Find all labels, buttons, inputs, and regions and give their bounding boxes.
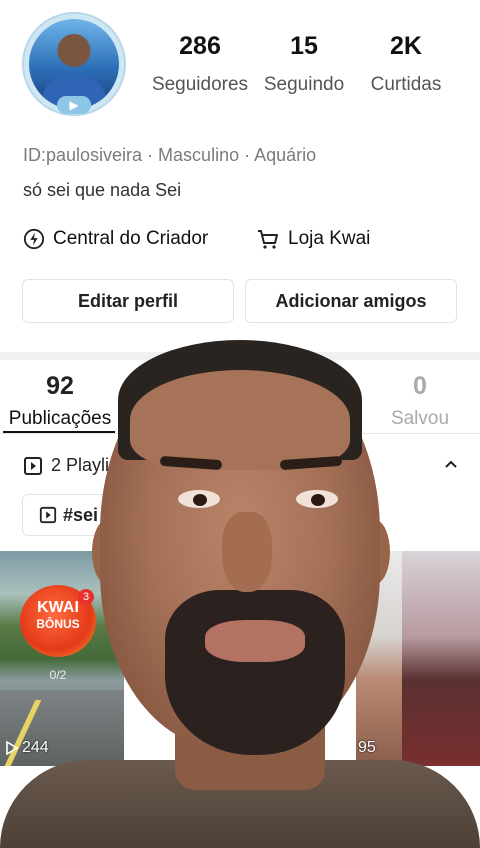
chevron-up-icon[interactable]: [442, 456, 460, 474]
add-friends-button[interactable]: Adicionar amigos: [245, 279, 457, 323]
tab-publications-count[interactable]: 92: [10, 372, 110, 401]
kwai-bonus-subtitle: BÔNUS: [36, 617, 80, 631]
shop-link[interactable]: Loja Kwai: [256, 228, 370, 250]
creator-center-label: Central do Criador: [53, 228, 209, 249]
play-icon: [6, 741, 18, 755]
playlist-icon: [24, 456, 42, 475]
video-1-views: 244: [6, 739, 49, 757]
profile-bio: só sei que nada Sei: [23, 180, 182, 200]
video-thumbnail-3[interactable]: [402, 551, 480, 766]
playlist-label: 2 Playli: [51, 455, 110, 475]
kwai-bonus-count-badge: 3: [78, 589, 94, 605]
cart-icon: [258, 230, 278, 249]
shop-label: Loja Kwai: [288, 228, 371, 249]
tab-publications[interactable]: Publicações: [0, 408, 120, 430]
video-2-views-count: 95: [358, 739, 376, 756]
overlay-mouth: [205, 620, 305, 662]
playlist-row[interactable]: 2 Playli: [23, 455, 109, 476]
followers-count[interactable]: 286: [145, 32, 255, 61]
overlay-beard: [165, 590, 345, 755]
playlist-chip-icon: [39, 506, 57, 524]
avatar-badge-icon: ▶: [57, 96, 91, 114]
lightning-icon: [23, 228, 45, 250]
following-count[interactable]: 15: [249, 32, 359, 61]
overlay-left-pupil: [193, 494, 207, 506]
kwai-bonus-progress: 0/2: [49, 668, 67, 682]
playlist-chip-label: #sei: [63, 504, 99, 525]
tab-saved[interactable]: Salvou: [370, 408, 470, 430]
creator-center-link[interactable]: Central do Criador: [23, 228, 208, 250]
edit-profile-button[interactable]: Editar perfil: [22, 279, 234, 323]
overlay-nose: [222, 512, 272, 592]
video-1-views-count: 244: [22, 739, 49, 756]
overlay-forehead: [130, 370, 350, 470]
likes-count[interactable]: 2K: [351, 32, 461, 61]
likes-label[interactable]: Curtidas: [346, 74, 466, 96]
profile-meta: ID:paulosiveira · Masculino · Aquário: [23, 145, 317, 165]
followers-label[interactable]: Seguidores: [140, 74, 260, 96]
tab-saved-count[interactable]: 0: [370, 372, 470, 401]
overlay-right-pupil: [311, 494, 325, 506]
